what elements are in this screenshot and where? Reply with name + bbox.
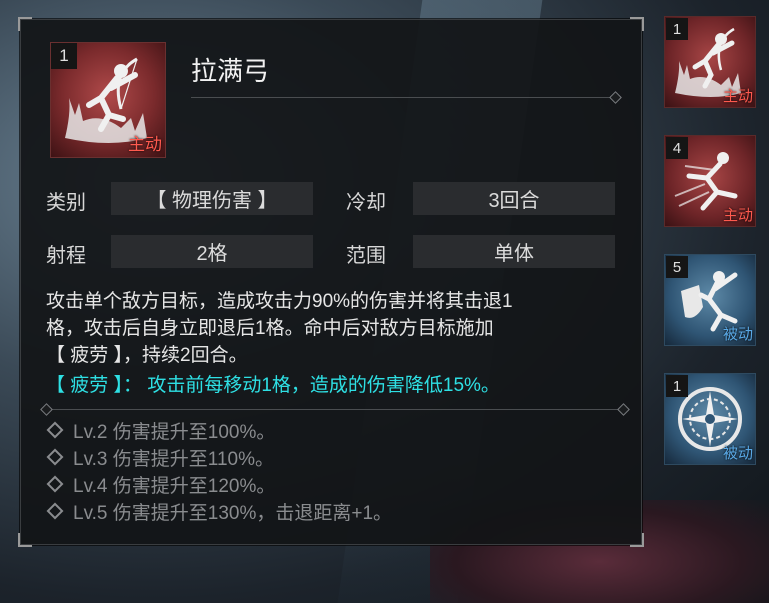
skill-slot-level: 1 <box>666 375 688 397</box>
upgrade-text: Lv.3 伤害提升至110%。 <box>73 449 274 470</box>
effect-description: 【 疲劳 】： 攻击前每移动1格，造成的伤害降低15%。 <box>46 375 500 396</box>
skill-icon: 1 主动 <box>50 42 166 158</box>
upgrade-row: Lv.3 伤害提升至110%。 <box>46 444 274 471</box>
panel-corner <box>18 533 32 547</box>
description-line: 攻击单个敌方目标，造成攻击力90%的伤害并将其击退1 <box>46 291 513 312</box>
area-value: 单体 <box>413 235 615 268</box>
skill-name: 拉满弓 <box>191 56 270 86</box>
upgrade-text: Lv.2 伤害提升至100%。 <box>73 422 276 443</box>
skill-slot-level: 4 <box>666 137 688 159</box>
upgrade-divider <box>46 409 624 410</box>
upgrade-text: Lv.4 伤害提升至120%。 <box>73 476 276 497</box>
range-value: 2格 <box>111 235 313 268</box>
upgrade-text: Lv.5 伤害提升至130%，击退距离+1。 <box>73 503 393 524</box>
panel-corner <box>18 17 32 31</box>
skill-slot-type: 被动 <box>722 326 753 343</box>
cooldown-label: 冷却 <box>346 192 386 214</box>
title-divider <box>191 97 616 98</box>
diamond-icon <box>46 421 64 439</box>
skill-slot-type: 主动 <box>722 207 753 224</box>
skill-level-badge: 1 <box>51 43 77 69</box>
skill-slot-4[interactable]: 1 被动 <box>664 373 756 465</box>
skill-slot-type: 主动 <box>722 88 753 105</box>
description-line: 格，攻击后自身立即退后1格。命中后对敌方目标施加 <box>46 318 494 339</box>
category-value: 【 物理伤害 】 <box>111 182 313 215</box>
skill-detail-panel: 1 主动 拉满弓 类别 【 物理伤害 】 冷却 3回合 射程 2格 范围 单体 … <box>18 17 644 547</box>
cooldown-value: 3回合 <box>413 182 615 215</box>
skill-slot-2[interactable]: 4 主动 <box>664 135 756 227</box>
range-label: 射程 <box>46 245 86 267</box>
panel-corner <box>630 17 644 31</box>
skill-slot-level: 1 <box>666 18 688 40</box>
description-line: 【 疲劳 】，持续2回合。 <box>46 345 248 366</box>
panel-corner <box>630 533 644 547</box>
diamond-icon <box>46 448 64 466</box>
skill-type-badge: 主动 <box>128 135 162 154</box>
skill-slot-3[interactable]: 5 被动 <box>664 254 756 346</box>
upgrade-row: Lv.4 伤害提升至120%。 <box>46 471 275 498</box>
skill-slot-1[interactable]: 1 主动 <box>664 16 756 108</box>
diamond-icon <box>46 502 64 520</box>
upgrade-row: Lv.2 伤害提升至100%。 <box>46 417 275 444</box>
skill-slot-level: 5 <box>666 256 688 278</box>
category-label: 类别 <box>46 192 86 214</box>
diamond-icon <box>46 475 64 493</box>
skill-slot-type: 被动 <box>722 445 753 462</box>
area-label: 范围 <box>346 245 386 267</box>
upgrade-row: Lv.5 伤害提升至130%，击退距离+1。 <box>46 498 392 525</box>
skill-description: 攻击单个敌方目标，造成攻击力90%的伤害并将其击退1 格，攻击后自身立即退后1格… <box>46 288 636 369</box>
